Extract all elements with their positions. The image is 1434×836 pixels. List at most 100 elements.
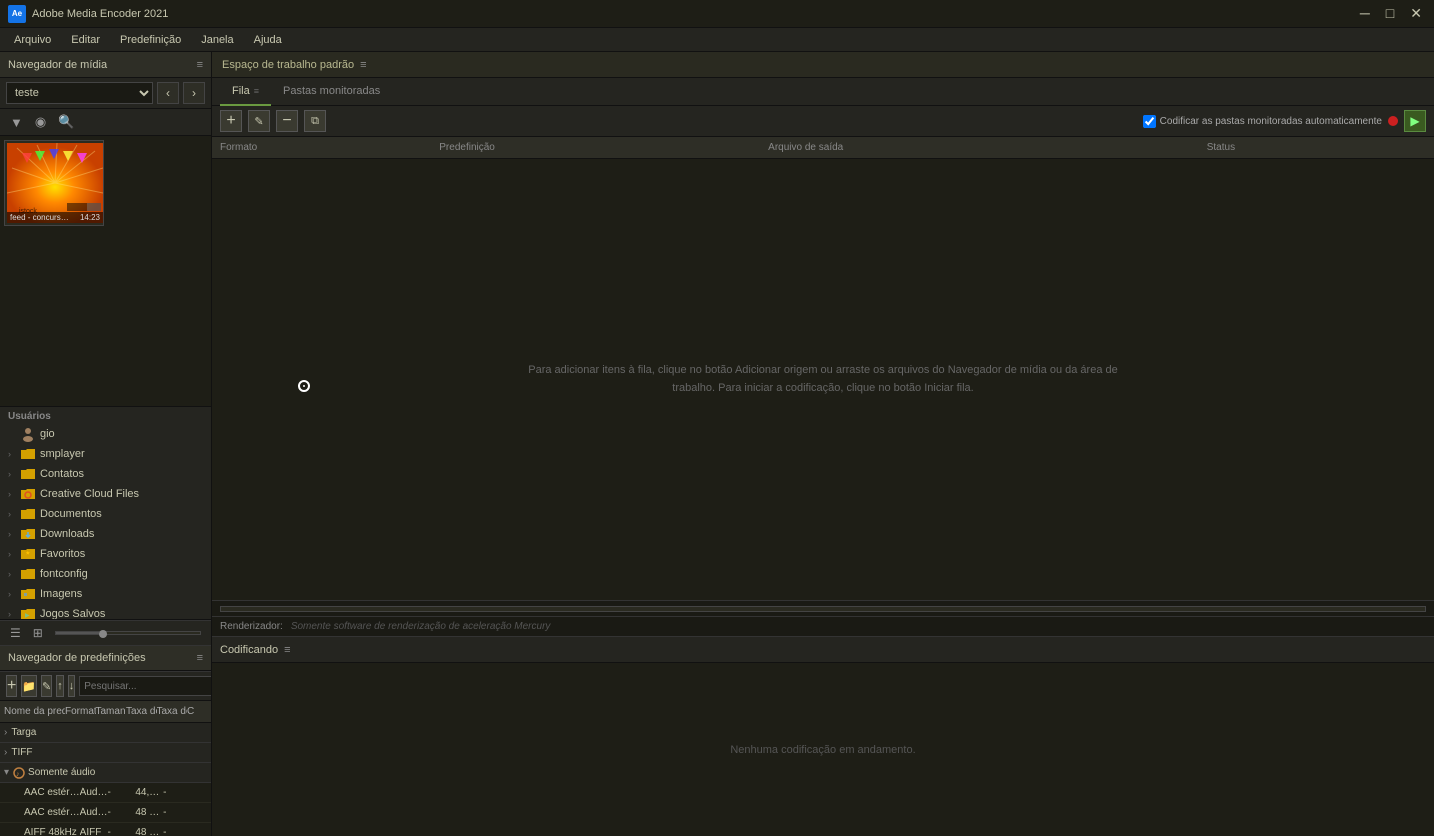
tree-item-downloads[interactable]: › Downloads bbox=[0, 524, 211, 544]
preset-row[interactable]: AIFF 48kHz AIFF - 48 kHz - bbox=[0, 823, 211, 836]
menu-editar[interactable]: Editar bbox=[61, 28, 110, 52]
queue-empty-text: Para adicionar itens à fila, clique no b… bbox=[523, 362, 1123, 397]
queue-toolbar: + ✎ − ⧉ Codificar as pastas monitoradas … bbox=[212, 106, 1434, 137]
encoding-empty-text: Nenhuma codificação em andamento. bbox=[730, 744, 915, 756]
view-button[interactable]: ◉ bbox=[31, 112, 50, 132]
view-mode-row: ☰ ⊞ bbox=[0, 620, 211, 645]
group-label: Somente áudio bbox=[28, 767, 95, 778]
encoding-menu-icon[interactable]: ≡ bbox=[284, 644, 290, 656]
folder-icon bbox=[20, 446, 36, 462]
auto-encode-checkbox[interactable] bbox=[1143, 115, 1156, 128]
menu-arquivo[interactable]: Arquivo bbox=[4, 28, 61, 52]
folder-icon bbox=[20, 566, 36, 582]
tree-item-contatos[interactable]: › Contatos bbox=[0, 464, 211, 484]
preset-size: - bbox=[108, 827, 136, 836]
tree-item-label: fontconfig bbox=[40, 568, 88, 580]
tree-arrow: › bbox=[8, 449, 20, 459]
preset-rate: 44,1 kHz bbox=[135, 787, 163, 798]
filter-button[interactable]: ▼ bbox=[6, 113, 27, 132]
workspace-menu-icon[interactable]: ≡ bbox=[360, 59, 366, 71]
nav-forward-button[interactable]: › bbox=[183, 82, 205, 104]
add-source-button[interactable]: + bbox=[220, 110, 242, 132]
location-dropdown[interactable]: teste bbox=[6, 82, 153, 104]
audio-group-icon: ♪ bbox=[13, 767, 25, 779]
tree-item-fontconfig[interactable]: › fontconfig bbox=[0, 564, 211, 584]
menu-predefinicao[interactable]: Predefinição bbox=[110, 28, 191, 52]
menubar: Arquivo Editar Predefinição Janela Ajuda bbox=[0, 28, 1434, 52]
grid-view-button[interactable]: ⊞ bbox=[29, 624, 47, 642]
preset-group-targa[interactable]: › Targa bbox=[0, 723, 211, 743]
stop-indicator bbox=[1388, 116, 1398, 126]
duplicate-button[interactable]: ⧉ bbox=[304, 110, 326, 132]
search-button[interactable]: 🔍 bbox=[54, 112, 78, 132]
app-title: Adobe Media Encoder 2021 bbox=[32, 8, 168, 20]
tab-pastas-label: Pastas monitoradas bbox=[283, 85, 380, 97]
encoding-header: Codificando ≡ bbox=[212, 637, 1434, 663]
users-section: Usuários gio › smplayer › bbox=[0, 407, 211, 620]
tree-item-documentos[interactable]: › Documentos bbox=[0, 504, 211, 524]
preset-row[interactable]: AAC estéreo, 44,1 kHz 128 kbps Áudio AAC… bbox=[0, 783, 211, 803]
tree-item-label: smplayer bbox=[40, 448, 85, 460]
tree-item-smplayer[interactable]: › smplayer bbox=[0, 444, 211, 464]
preset-import-button[interactable]: ↓ bbox=[68, 675, 76, 697]
folder-game-icon: ▶ bbox=[20, 606, 36, 619]
menu-janela[interactable]: Janela bbox=[191, 28, 243, 52]
preset-navigator-header: Navegador de predefinições ≡ bbox=[0, 645, 211, 671]
preset-name: AAC estéreo, 44,1 kHz 128 kbps bbox=[24, 787, 80, 798]
group-label: TIFF bbox=[11, 747, 32, 758]
maximize-button[interactable]: □ bbox=[1382, 5, 1398, 22]
tree-item-gio[interactable]: gio bbox=[0, 424, 211, 444]
zoom-slider-thumb[interactable] bbox=[99, 630, 107, 638]
preset-rate: 48 kHz bbox=[135, 827, 163, 836]
preset-search-input[interactable] bbox=[79, 676, 211, 696]
tree-item-favoritos[interactable]: › Favoritos bbox=[0, 544, 211, 564]
nav-back-button[interactable]: ‹ bbox=[157, 82, 179, 104]
preset-format: AIFF bbox=[80, 827, 108, 836]
tabs-row: Fila ≡ Pastas monitoradas bbox=[212, 78, 1434, 106]
preset-table-header: Nome da predefinição ↑ Formato Tamanho d… bbox=[0, 701, 211, 723]
preset-edit-button[interactable]: ✎ bbox=[41, 675, 52, 697]
media-navigator: Navegador de mídia ≡ teste ‹ › ▼ ◉ 🔍 bbox=[0, 52, 211, 407]
file-thumbnail-item[interactable]: istock feed - concurso junino resul... 1… bbox=[4, 140, 104, 226]
renderer-row: Renderizador: Somente software de render… bbox=[212, 616, 1434, 636]
folder-icon bbox=[20, 506, 36, 522]
preset-size: - bbox=[108, 787, 136, 798]
tab-pastas-monitoradas[interactable]: Pastas monitoradas bbox=[271, 78, 392, 106]
folder-cc-icon bbox=[20, 486, 36, 502]
tree-item-label: Favoritos bbox=[40, 548, 85, 560]
menu-ajuda[interactable]: Ajuda bbox=[244, 28, 292, 52]
preset-row[interactable]: AAC estéreo, 48 kHz 256 kbps Áudio AAC -… bbox=[0, 803, 211, 823]
renderer-value: Somente software de renderização de acel… bbox=[291, 621, 551, 632]
col-size: Tamanho d... bbox=[96, 706, 127, 717]
minimize-button[interactable]: ─ bbox=[1356, 5, 1374, 22]
preset-group-tiff[interactable]: › TIFF bbox=[0, 743, 211, 763]
tree-arrow: › bbox=[8, 609, 20, 619]
preset-navigator-menu-icon[interactable]: ≡ bbox=[197, 652, 203, 664]
edit-export-button[interactable]: ✎ bbox=[248, 110, 270, 132]
preset-add-button[interactable]: + bbox=[6, 675, 17, 697]
tree-item-imagens[interactable]: › Imagens bbox=[0, 584, 211, 604]
auto-encode-checkbox-label: Codificar as pastas monitoradas automati… bbox=[1143, 115, 1382, 128]
tree-item-creative-cloud[interactable]: › Creative Cloud Files bbox=[0, 484, 211, 504]
tree-item-label: gio bbox=[40, 428, 55, 440]
start-queue-button[interactable]: ▶ bbox=[1404, 110, 1426, 132]
media-navigator-menu-icon[interactable]: ≡ bbox=[197, 59, 203, 71]
col-format: Formato bbox=[65, 706, 96, 717]
file-thumbnail-image: istock feed - concurso junino resul... 1… bbox=[7, 143, 103, 223]
tab-menu-icon[interactable]: ≡ bbox=[254, 86, 259, 96]
remove-item-button[interactable]: − bbox=[276, 110, 298, 132]
col-name: Nome da predefinição ↑ bbox=[4, 706, 65, 717]
preset-group-audio[interactable]: ▾ ♪ Somente áudio bbox=[0, 763, 211, 783]
window-controls: ─ □ ✕ bbox=[1356, 5, 1426, 22]
tree-arrow: › bbox=[8, 509, 20, 519]
right-panel: Espaço de trabalho padrão ≡ Fila ≡ Pasta… bbox=[212, 52, 1434, 836]
close-button[interactable]: ✕ bbox=[1406, 5, 1426, 22]
preset-navigator: Navegador de predefinições ≡ + 📁 ✎ ↑ ↓ A… bbox=[0, 645, 211, 836]
col-rate: Taxa de qu... bbox=[126, 706, 157, 717]
list-view-button[interactable]: ☰ bbox=[6, 624, 25, 642]
col-status: Status bbox=[1207, 142, 1426, 153]
preset-export-button[interactable]: ↑ bbox=[56, 675, 64, 697]
tree-item-jogos[interactable]: › ▶ Jogos Salvos bbox=[0, 604, 211, 619]
preset-folder-button[interactable]: 📁 bbox=[21, 675, 37, 697]
tab-fila[interactable]: Fila ≡ bbox=[220, 78, 271, 106]
